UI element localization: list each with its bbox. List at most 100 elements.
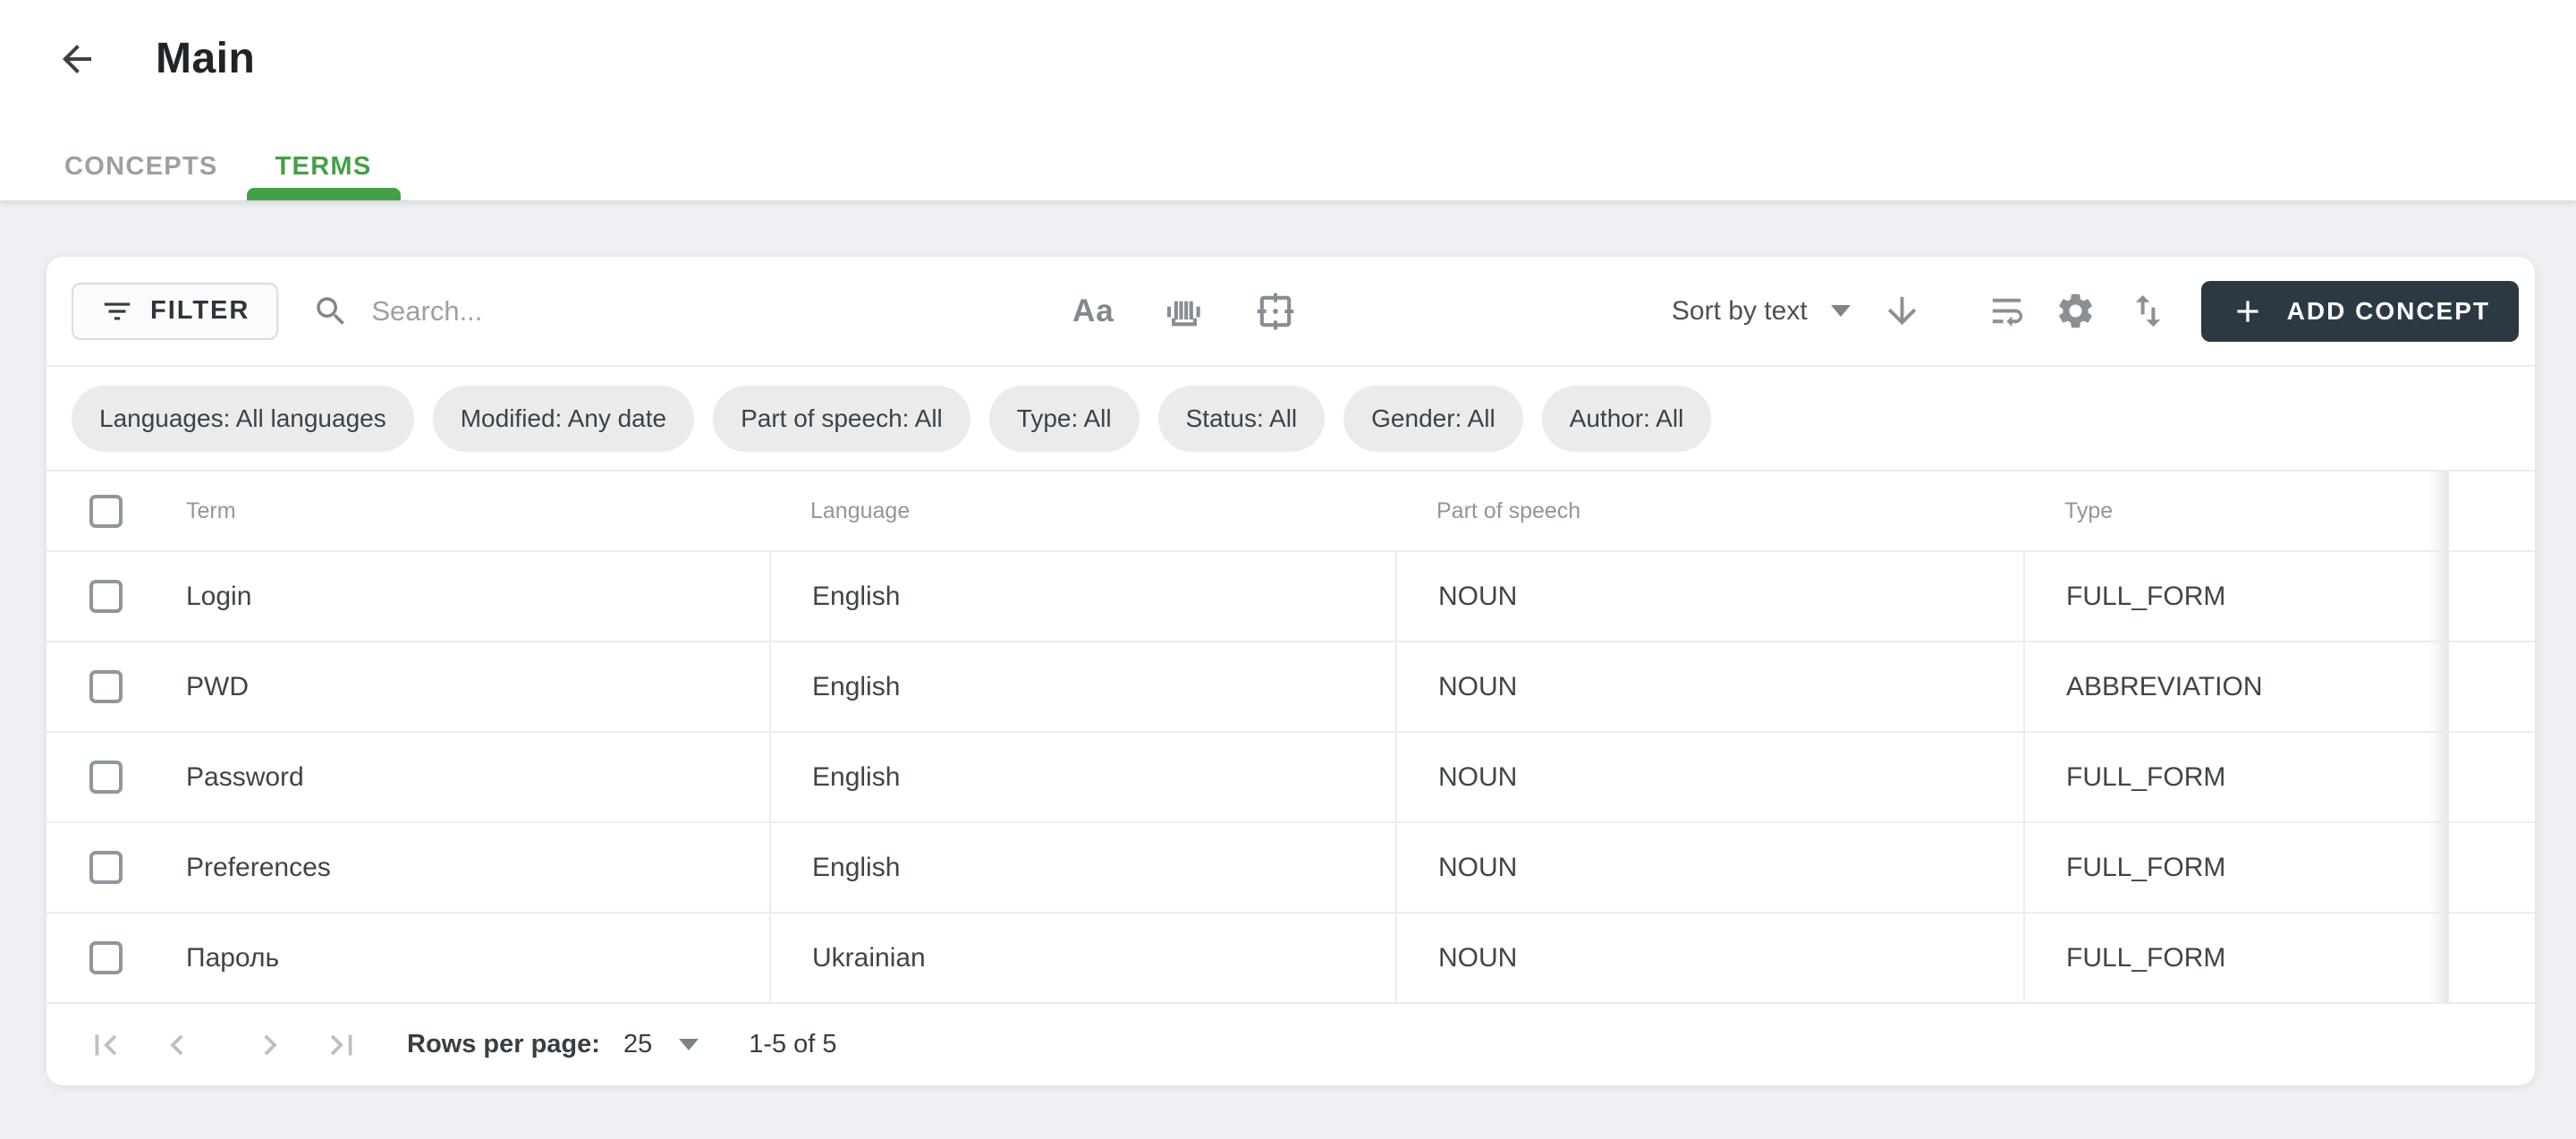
page-title: Main [156,34,255,83]
search-input[interactable] [369,294,999,328]
tabs: CONCEPTS TERMS [36,132,401,200]
row-checkbox[interactable] [89,941,123,974]
row-checkbox[interactable] [89,670,123,703]
gear-icon [2055,290,2097,332]
filter-chip[interactable]: Gender: All [1343,386,1523,452]
filter-chip[interactable]: Status: All [1158,386,1326,452]
part-of-speech-cell: NOUN [1395,733,2023,821]
last-page-button[interactable] [321,1024,362,1066]
filter-icon [100,294,134,328]
table-row[interactable]: Login English NOUN FULL_FORM [47,552,2535,642]
filter-button-label: FILTER [150,296,250,326]
pinned-cell [2447,642,2535,731]
title-row: Main [0,0,2576,83]
row-checkbox[interactable] [89,761,123,794]
filter-chip[interactable]: Type: All [989,386,1140,452]
top-bar: Main CONCEPTS TERMS [0,0,2576,200]
row-checkbox[interactable] [89,580,123,613]
tab-label: TERMS [275,152,372,182]
part-of-speech-cell: NOUN [1395,914,2023,1002]
tab-concepts[interactable]: CONCEPTS [36,132,247,200]
pinned-cell [2447,914,2535,1002]
toolbar: FILTER Aa [47,257,2535,367]
term-cell: PWD [181,642,769,731]
language-cell: English [769,823,1395,912]
rows-per-page-value[interactable]: 25 [623,1030,652,1059]
tab-label: CONCEPTS [64,152,218,182]
filter-chips-row: Languages: All languages Modified: Any da… [47,367,2535,472]
sort-direction-button[interactable] [1881,290,1923,332]
type-cell: FULL_FORM [2023,914,2447,1002]
pagination-bar: Rows per page: 25 1-5 of 5 [47,1004,2535,1085]
add-concept-label: ADD CONCEPT [2287,297,2490,326]
wrap-text-icon [1986,290,2028,332]
type-cell: FULL_FORM [2023,552,2447,641]
terms-page: Main CONCEPTS TERMS FILTER [0,0,2576,1139]
select-all-checkbox[interactable] [89,495,123,528]
part-of-speech-cell: NOUN [1395,552,2023,641]
column-header-type: Type [2023,472,2447,550]
add-concept-button[interactable]: ADD CONCEPT [2201,281,2519,342]
type-cell: ABBREVIATION [2023,642,2447,731]
previous-page-button[interactable] [157,1024,198,1066]
tab-terms[interactable]: TERMS [247,132,401,200]
filter-chip[interactable]: Modified: Any date [433,386,694,452]
table-row[interactable]: Пароль Ukrainian NOUN FULL_FORM [47,914,2535,1004]
filter-chip[interactable]: Part of speech: All [713,386,970,452]
table-row[interactable]: PWD English NOUN ABBREVIATION [47,642,2535,733]
caret-down-icon [1831,305,1851,317]
first-page-icon [85,1024,126,1066]
pinned-cell [2447,552,2535,641]
column-header-part-of-speech: Part of speech [1395,472,2023,550]
language-cell: English [769,733,1395,821]
type-cell: FULL_FORM [2023,823,2447,912]
plus-icon [2230,293,2266,329]
table-body: Login English NOUN FULL_FORM PWD English… [47,552,2535,1004]
match-case-icon[interactable]: Aa [1069,293,1117,329]
search-icon [312,293,350,330]
import-export-button[interactable] [2127,290,2169,332]
filter-chip[interactable]: Author: All [1542,386,1712,452]
term-cell: Пароль [181,914,769,1002]
row-checkbox[interactable] [89,851,123,884]
first-page-button[interactable] [85,1024,126,1066]
filter-button[interactable]: FILTER [72,283,278,340]
arrow-down-icon [1881,290,1923,332]
table-row[interactable]: Preferences English NOUN FULL_FORM [47,823,2535,914]
back-button[interactable] [55,38,98,81]
terms-table: Term Language Part of speech Type Login … [47,472,2535,1004]
next-page-button[interactable] [250,1024,291,1066]
language-cell: Ukrainian [769,914,1395,1002]
wrap-text-button[interactable] [1986,290,2028,332]
toolbar-right: Sort by text [1672,281,2519,342]
rows-per-page-caret-icon[interactable] [679,1039,699,1050]
column-header-language: Language [769,472,1395,550]
pinned-column-header [2447,472,2535,550]
search-options: Aa [1069,288,1300,335]
term-cell: Password [181,733,769,821]
chevron-left-icon [157,1024,198,1066]
focus-frame-icon[interactable] [1251,288,1300,335]
import-export-icon [2127,290,2169,332]
terms-card: FILTER Aa [47,257,2535,1085]
language-cell: English [769,552,1395,641]
active-tab-indicator [247,188,401,200]
pagination-range: 1-5 of 5 [749,1030,836,1059]
rows-per-page-label: Rows per page: [407,1030,600,1059]
barcode-icon[interactable] [1160,288,1208,335]
last-page-icon [321,1024,362,1066]
term-cell: Preferences [181,823,769,912]
table-row[interactable]: Password English NOUN FULL_FORM [47,733,2535,823]
table-header-row: Term Language Part of speech Type [47,472,2535,552]
part-of-speech-cell: NOUN [1395,823,2023,912]
settings-button[interactable] [2055,290,2097,332]
sort-dropdown[interactable]: Sort by text [1672,296,1851,327]
search-box [312,293,1069,330]
pinned-cell [2447,823,2535,912]
term-cell: Login [181,552,769,641]
back-arrow-icon [55,38,98,81]
column-header-term: Term [181,472,769,550]
type-cell: FULL_FORM [2023,733,2447,821]
chevron-right-icon [250,1024,291,1066]
filter-chip[interactable]: Languages: All languages [72,386,414,452]
